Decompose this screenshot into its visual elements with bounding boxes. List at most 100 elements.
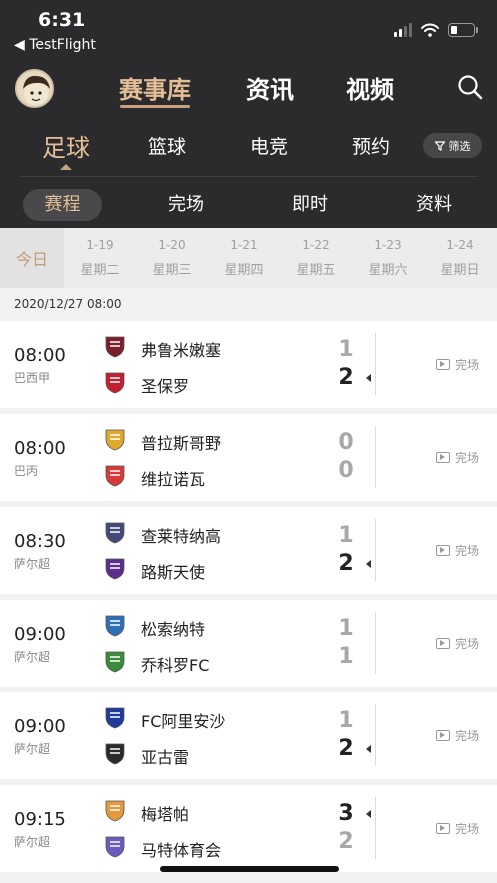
home-team-logo (103, 705, 127, 729)
tab-schedule[interactable]: 赛程 (23, 189, 102, 221)
match-status: 完场 (436, 449, 479, 466)
match-card[interactable]: 09:00 萨尔超 FC阿里安沙 亚古雷 1 2 完场 (0, 692, 497, 779)
schedule-sub-tabs: 赛程 完场 即时 资料 (0, 189, 497, 221)
home-team-logo (103, 427, 127, 451)
away-team-name: 圣保罗 (141, 377, 190, 396)
date-item[interactable]: 1-20 星期三 (136, 228, 208, 288)
date-item[interactable]: 1-22 星期五 (280, 228, 352, 288)
header-divider (20, 176, 478, 177)
match-time: 08:30 (14, 531, 66, 552)
away-score: 2 (338, 829, 354, 854)
home-team-name: 查莱特纳高 (141, 527, 222, 546)
video-icon (436, 823, 450, 834)
away-team-logo (103, 370, 127, 394)
match-card[interactable]: 09:15 萨尔超 梅塔帕 马特体育会 3 2 完场 (0, 785, 497, 872)
home-team-logo (103, 798, 127, 822)
video-icon (436, 452, 450, 463)
testflight-back-link[interactable]: ◀ TestFlight (14, 37, 96, 53)
home-team-name: FC阿里安沙 (141, 712, 226, 731)
tab-match-library[interactable]: 赛事库 (119, 70, 191, 108)
league-name: 萨尔超 (14, 835, 51, 849)
match-status: 完场 (436, 727, 479, 744)
match-status-label: 完场 (455, 822, 480, 836)
home-score: 1 (338, 337, 354, 362)
active-indicator (60, 164, 72, 170)
away-score: 2 (338, 736, 354, 761)
video-icon (436, 638, 450, 649)
match-status-label: 完场 (455, 544, 480, 558)
away-team-name: 马特体育会 (141, 841, 222, 860)
winner-indicator-icon (366, 560, 371, 568)
home-team-name: 梅塔帕 (141, 805, 190, 824)
away-team-logo (103, 834, 127, 858)
match-card[interactable]: 08:30 萨尔超 查莱特纳高 路斯天使 1 2 完场 (0, 507, 497, 594)
match-status-label: 完场 (455, 451, 480, 465)
score-divider (375, 426, 376, 488)
away-score: 1 (338, 644, 354, 669)
league-name: 萨尔超 (14, 650, 51, 664)
home-team-name: 松索纳特 (141, 620, 206, 639)
match-time: 09:00 (14, 716, 66, 737)
tab-videos[interactable]: 视频 (346, 70, 394, 105)
filter-icon (434, 140, 445, 151)
date-item[interactable]: 1-23 星期六 (352, 228, 424, 288)
league-name: 萨尔超 (14, 557, 51, 571)
home-team-logo (103, 613, 127, 637)
search-icon[interactable] (457, 74, 485, 102)
home-score: 1 (338, 523, 354, 548)
match-time: 09:00 (14, 624, 66, 645)
match-time: 09:15 (14, 809, 66, 830)
match-status: 完场 (436, 356, 479, 373)
home-score: 1 (338, 708, 354, 733)
tab-basketball[interactable]: 篮球 (148, 132, 186, 159)
status-time: 6:31 (38, 9, 86, 31)
home-team-logo (103, 334, 127, 358)
away-team-logo (103, 649, 127, 673)
status-icons (394, 22, 478, 38)
score-divider (375, 797, 376, 859)
section-date-header: 2020/12/27 08:00 (14, 297, 122, 311)
tab-data[interactable]: 资料 (398, 189, 470, 221)
home-indicator (160, 866, 339, 872)
tab-reservation[interactable]: 预约 (352, 132, 390, 159)
match-card[interactable]: 09:00 萨尔超 松索纳特 乔科罗FC 1 1 完场 (0, 600, 497, 687)
battery-icon (448, 23, 478, 37)
match-status: 完场 (436, 820, 479, 837)
tab-esports[interactable]: 电竞 (250, 132, 288, 159)
away-score: 0 (338, 458, 354, 483)
wifi-icon (421, 23, 439, 37)
winner-indicator-icon (366, 745, 371, 753)
match-card[interactable]: 08:00 巴丙 普拉斯哥野 维拉诺瓦 0 0 完场 (0, 414, 497, 501)
score-divider (375, 333, 376, 395)
home-team-logo (103, 520, 127, 544)
away-score: 2 (338, 365, 354, 390)
top-nav: 赛事库 资讯 视频 (0, 70, 497, 110)
filter-button[interactable]: 筛选 (423, 133, 482, 158)
tab-live[interactable]: 即时 (274, 189, 346, 221)
league-name: 萨尔超 (14, 742, 51, 756)
match-status-label: 完场 (455, 637, 480, 651)
tab-football[interactable]: 足球 (42, 128, 90, 170)
today-button[interactable]: 今日 (0, 228, 64, 288)
date-item[interactable]: 1-21 星期四 (208, 228, 280, 288)
away-team-name: 维拉诺瓦 (141, 470, 206, 489)
video-icon (436, 359, 450, 370)
match-status-label: 完场 (455, 729, 480, 743)
match-status-label: 完场 (455, 358, 480, 372)
date-item[interactable]: 1-19 星期二 (64, 228, 136, 288)
away-team-name: 路斯天使 (141, 563, 206, 582)
match-card[interactable]: 08:00 巴西甲 弗鲁米嫩塞 圣保罗 1 2 完场 (0, 321, 497, 408)
score-divider (375, 519, 376, 581)
away-team-logo (103, 556, 127, 580)
signal-icon (394, 23, 412, 37)
home-score: 1 (338, 616, 354, 641)
score-divider (375, 612, 376, 674)
home-score: 0 (338, 430, 354, 455)
date-strip: 今日 1-19 星期二 1-20 星期三 1-21 星期四 1-22 星期五 1-23 星… (0, 228, 497, 288)
app-header: 6:31 ◀ TestFlight 赛事库 资讯 视频 足球 篮球 电竞 预约 … (0, 0, 497, 228)
date-item[interactable]: 1-24 星期日 (424, 228, 496, 288)
sport-tabs: 足球 篮球 电竞 预约 (0, 128, 497, 172)
tab-finished[interactable]: 完场 (150, 189, 222, 221)
tab-news[interactable]: 资讯 (246, 70, 294, 105)
match-time: 08:00 (14, 438, 66, 459)
